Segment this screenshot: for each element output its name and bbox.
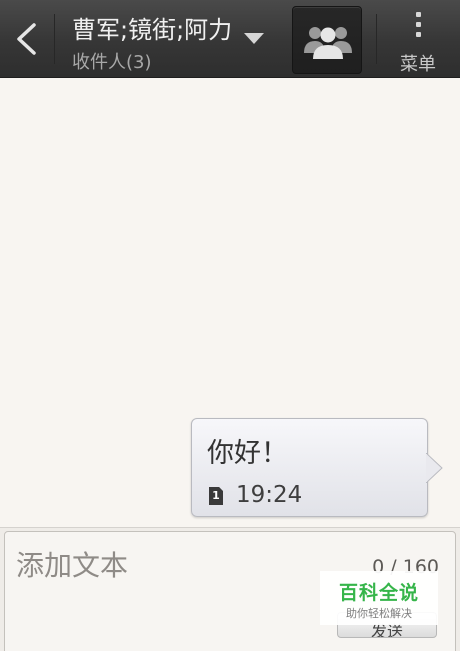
header-divider: [54, 14, 55, 64]
group-contacts-icon: [304, 27, 352, 59]
message-timestamp: 19:24: [236, 482, 303, 508]
recipients-title: 曹军;镜街;阿力: [72, 16, 233, 44]
header-divider: [376, 14, 377, 64]
conversation-header: 曹军;镜街;阿力 收件人(3) 菜单: [0, 0, 460, 78]
watermark: 百科全说 助你轻松解决: [320, 571, 438, 625]
watermark-subtitle: 助你轻松解决: [346, 607, 412, 620]
message-text: 你好！: [207, 438, 288, 469]
recipients-count: 收件人(3): [72, 52, 152, 73]
menu-button[interactable]: 菜单: [384, 0, 460, 78]
messaging-screen: 曹军;镜街;阿力 收件人(3) 菜单 你好！ 1 19:24 添加文本 0 / …: [0, 0, 460, 651]
bubble-tail: [426, 453, 443, 483]
menu-label: 菜单: [400, 54, 436, 75]
sim-card-icon: 1: [209, 487, 223, 505]
watermark-title: 百科全说: [338, 582, 419, 604]
message-bubble[interactable]: 你好！ 1 19:24: [191, 418, 428, 517]
message-placeholder: 添加文本: [16, 549, 129, 582]
caret-down-icon[interactable]: [244, 33, 264, 45]
more-vertical-icon: [416, 12, 421, 42]
back-button[interactable]: [0, 0, 54, 78]
contacts-button[interactable]: [292, 6, 362, 74]
chevron-left-icon: [17, 23, 36, 55]
